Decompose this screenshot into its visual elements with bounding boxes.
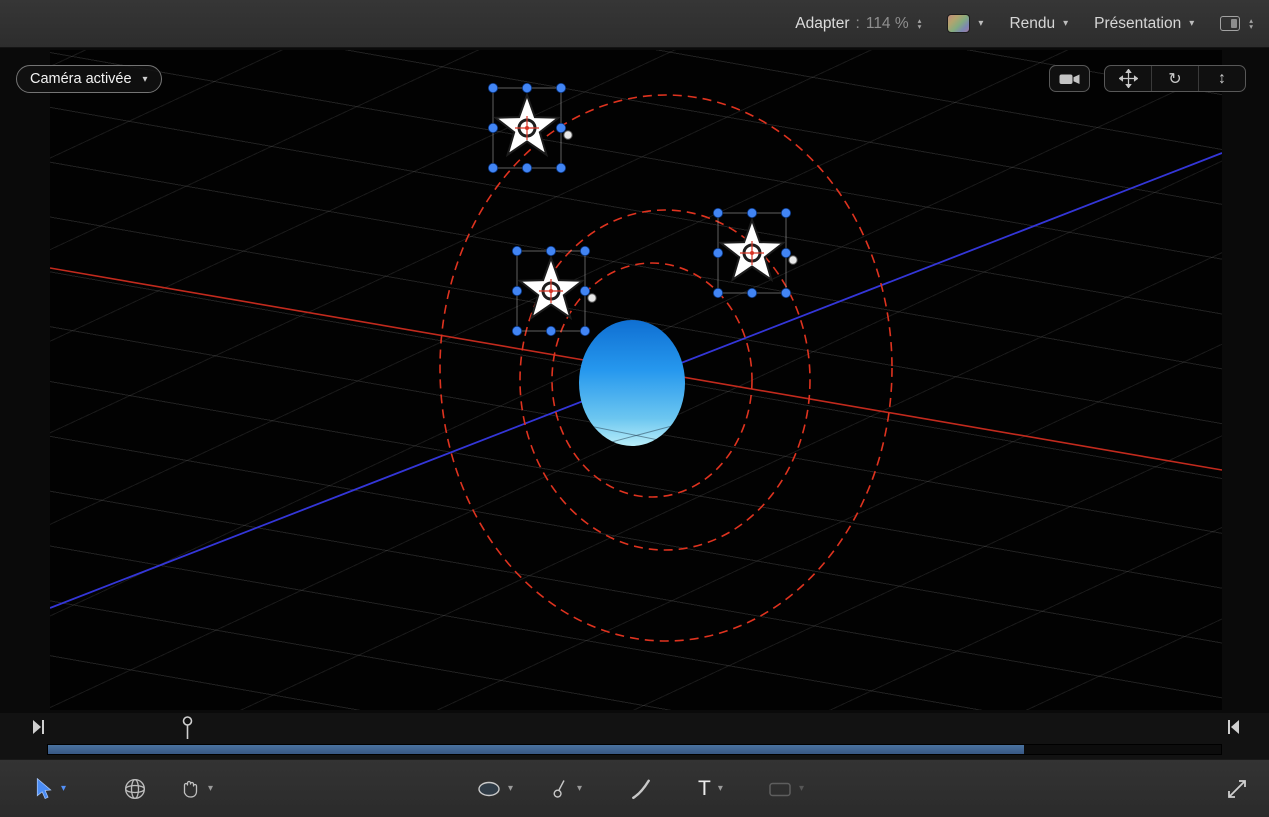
presentation-menu[interactable]: Présentation ▾ — [1094, 15, 1194, 33]
expand-icon — [1227, 779, 1247, 799]
orbit-icon: ↻ — [1168, 69, 1181, 89]
timeline-strip — [0, 713, 1269, 760]
paint-stroke-icon — [550, 778, 570, 800]
shape-oval-tool[interactable]: ▾ — [477, 780, 513, 798]
pan-hand-tool[interactable]: ▾ — [180, 778, 213, 800]
dolly-icon: ↕ — [1218, 70, 1226, 88]
timeline-track[interactable] — [47, 744, 1222, 755]
text-tool[interactable]: T ▾ — [698, 777, 723, 801]
zoom-level-dropdown[interactable]: Adapter : 114 % ▴ ▾ — [795, 15, 921, 33]
bottom-toolbar: ▾ ▾ ▾ ▾ T ▾ — [0, 759, 1269, 817]
text-tool-glyph: T — [698, 777, 711, 801]
chevron-down-icon[interactable]: ▾ — [577, 783, 582, 794]
paint-stroke-tool[interactable]: ▾ — [550, 778, 582, 800]
top-toolbar: Adapter : 114 % ▴ ▾ ▾ Rendu ▾ Présentati… — [0, 0, 1269, 48]
star-object-selected-1[interactable] — [488, 83, 572, 172]
chevron-down-icon[interactable]: ▾ — [61, 783, 66, 794]
pen-stroke-icon — [630, 778, 652, 800]
camera-tools-group: ↻ ↕ — [1104, 65, 1246, 92]
chevron-down-icon: ▾ — [978, 18, 983, 29]
hand-icon — [180, 778, 201, 800]
timeline-range-bar[interactable] — [48, 745, 1024, 754]
chevron-down-icon[interactable]: ▾ — [718, 783, 723, 794]
select-transform-tool[interactable]: ▾ — [34, 778, 66, 800]
camera-view-button[interactable] — [1049, 65, 1090, 92]
camera-pan-button[interactable] — [1105, 66, 1151, 91]
pan-icon — [1119, 69, 1138, 88]
chevron-down-icon[interactable]: ▾ — [508, 783, 513, 794]
chevron-down-icon[interactable]: ▾ — [208, 783, 213, 794]
select-arrow-icon — [34, 778, 54, 800]
layout-stepper-icon: ▴ ▾ — [1249, 18, 1253, 30]
view-layout-dropdown[interactable]: ▴ ▾ — [1220, 16, 1253, 31]
timeline-in-marker[interactable] — [33, 720, 45, 734]
zoom-value: 114 % — [866, 15, 909, 33]
zoom-stepper-icon[interactable]: ▴ ▾ — [918, 18, 922, 30]
zoom-separator: : — [856, 15, 860, 33]
color-swatch-icon — [947, 14, 970, 33]
chevron-down-icon: ▾ — [1063, 18, 1068, 29]
color-channel-dropdown[interactable]: ▾ — [947, 14, 983, 33]
oval-shape-icon — [477, 780, 501, 798]
zoom-fit-label: Adapter — [795, 15, 849, 33]
scene-canvas[interactable] — [50, 50, 1222, 710]
camera-active-label: Caméra activée — [30, 71, 132, 87]
camera-orbit-button[interactable]: ↻ — [1151, 66, 1198, 91]
scene-background-grid[interactable] — [50, 50, 1222, 710]
chevron-down-icon: ▾ — [1189, 18, 1194, 29]
timeline-out-marker[interactable] — [1227, 720, 1239, 734]
presentation-menu-label: Présentation — [1094, 15, 1181, 33]
chevron-down-icon: ▾ — [143, 74, 148, 85]
layout-icon — [1220, 16, 1240, 31]
transform-3d-tool[interactable] — [124, 778, 146, 800]
transform-3d-icon — [124, 778, 146, 800]
camera-active-dropdown[interactable]: Caméra activée ▾ — [16, 65, 162, 93]
render-menu[interactable]: Rendu ▾ — [1009, 15, 1068, 33]
rectangle-mask-icon — [768, 780, 792, 798]
playhead[interactable] — [181, 716, 194, 740]
mask-rectangle-tool[interactable]: ▾ — [768, 780, 804, 798]
canvas-area: Caméra activée ▾ ↻ ↕ — [0, 48, 1269, 713]
chevron-down-icon: ▾ — [799, 783, 804, 794]
camera-dolly-button[interactable]: ↕ — [1198, 66, 1245, 91]
render-menu-label: Rendu — [1009, 15, 1055, 33]
pen-stroke-tool[interactable] — [630, 778, 652, 800]
camera-icon — [1058, 70, 1081, 88]
expand-view-button[interactable] — [1227, 779, 1247, 799]
star-object-selected-2[interactable] — [512, 246, 596, 335]
